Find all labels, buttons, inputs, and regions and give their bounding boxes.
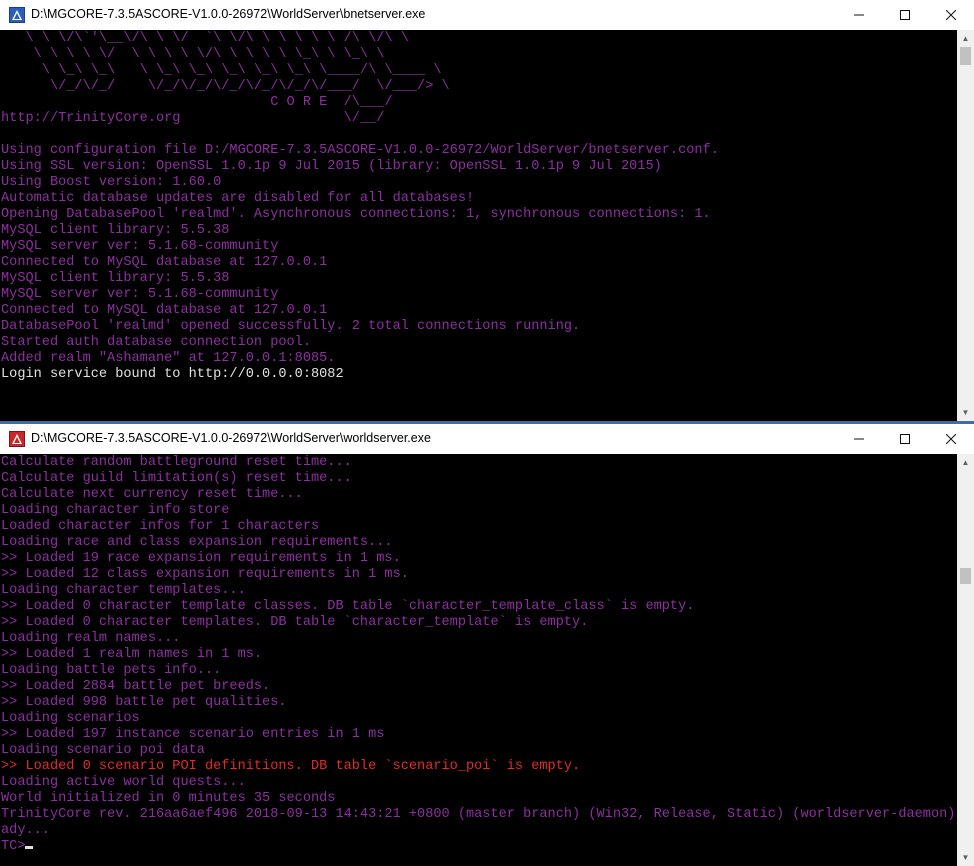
minimize-icon xyxy=(854,14,864,16)
console-line: Automatic database updates are disabled … xyxy=(1,191,475,206)
maximize-button[interactable] xyxy=(882,424,928,454)
console-line: Loading character templates... xyxy=(1,583,246,598)
bnetserver-titlebar[interactable]: D:\MGCORE-7.3.5ASCORE-V1.0.0-26972\World… xyxy=(0,0,974,31)
console-line: >> Loaded 12 class expansion requirement… xyxy=(1,567,409,582)
console-line: >> Loaded 197 instance scenario entries … xyxy=(1,727,385,742)
window-title: D:\MGCORE-7.3.5ASCORE-V1.0.0-26972\World… xyxy=(31,7,426,21)
console-line: MySQL server ver: 5.1.68-community xyxy=(1,239,279,254)
console-line: >> Loaded 998 battle pet qualities. xyxy=(1,695,287,710)
scrollbar-thumb[interactable] xyxy=(960,568,971,584)
minimize-button[interactable] xyxy=(836,0,882,30)
maximize-icon xyxy=(900,10,910,20)
worldserver-console-output[interactable]: Calculate random battleground reset time… xyxy=(0,454,957,866)
console-line: \ \_\ \_\ \ \_\ \_\ \_\ \_\ \_\ \____/\ … xyxy=(1,63,442,78)
console-line: \ \ \ \ \/ \ \ \ \ \/\ \ \ \ \ \_\ \ \_\… xyxy=(1,47,385,62)
console-line: >> Loaded 0 character templates. DB tabl… xyxy=(1,615,589,630)
console-line: >> Loaded 2884 battle pet breeds. xyxy=(1,679,271,694)
console-line: Connected to MySQL database at 127.0.0.1 xyxy=(1,303,328,318)
console-line: MySQL client library: 5.5.38 xyxy=(1,271,230,286)
console-line: C O R E /\___/ xyxy=(1,95,393,110)
minimize-button[interactable] xyxy=(836,424,882,454)
console-line: Loading realm names... xyxy=(1,631,181,646)
scroll-up-arrow-icon[interactable]: ▲ xyxy=(957,30,974,47)
console-line: Loading battle pets info... xyxy=(1,663,222,678)
console-line: Calculate next currency reset time... xyxy=(1,487,303,502)
console-line: >> Loaded 1 realm names in 1 ms. xyxy=(1,647,263,662)
console-line: \ \ \/\`'\__\/\ \ \/ `\ \/\ \ \ \ \ \ /\… xyxy=(1,31,409,46)
bnetserver-window: D:\MGCORE-7.3.5ASCORE-V1.0.0-26972\World… xyxy=(0,0,974,421)
console-line: >> Loaded 19 race expansion requirements… xyxy=(1,551,401,566)
console-line: Added realm "Ashamane" at 127.0.0.1:8085… xyxy=(1,351,336,366)
console-line: ady... xyxy=(1,823,50,838)
scroll-down-arrow-icon[interactable]: ▼ xyxy=(957,849,974,866)
console-line: Using SSL version: OpenSSL 1.0.1p 9 Jul … xyxy=(1,159,662,174)
console-line: DatabasePool 'realmd' opened successfull… xyxy=(1,319,581,334)
console-line: Calculate random battleground reset time… xyxy=(1,455,352,470)
console-line: Calculate guild limitation(s) reset time… xyxy=(1,471,352,486)
console-line: Loaded character infos for 1 characters xyxy=(1,519,320,534)
console-line: Loading active world quests... xyxy=(1,775,246,790)
scroll-up-arrow-icon[interactable]: ▲ xyxy=(957,454,974,471)
bnetserver-console-output[interactable]: \ \ \/\`'\__\/\ \ \/ `\ \/\ \ \ \ \ \ /\… xyxy=(0,30,957,421)
prompt-label: TC> xyxy=(1,839,26,854)
window-title: D:\MGCORE-7.3.5ASCORE-V1.0.0-26972\World… xyxy=(31,431,431,445)
scroll-down-arrow-icon[interactable]: ▼ xyxy=(957,404,974,421)
command-prompt[interactable]: TC> xyxy=(1,839,957,855)
console-line: >> Loaded 0 character template classes. … xyxy=(1,599,695,614)
console-line: Loading character info store xyxy=(1,503,230,518)
console-app-icon xyxy=(9,431,25,447)
console-line: Loading scenarios xyxy=(1,711,140,726)
console-line: Started auth database connection pool. xyxy=(1,335,311,350)
worldserver-scrollbar[interactable]: ▲ ▼ xyxy=(957,454,974,866)
console-line: \/_/\/_/ \/_/\/_/\/_/\/_/\/_/\/___/ \/__… xyxy=(1,79,450,94)
console-line: Login service bound to http://0.0.0.0:80… xyxy=(1,367,344,382)
bnetserver-scrollbar[interactable]: ▲ ▼ xyxy=(957,30,974,421)
console-line: http://TrinityCore.org \/__/ xyxy=(1,111,385,126)
console-line: Connected to MySQL database at 127.0.0.1 xyxy=(1,255,328,270)
worldserver-window: D:\MGCORE-7.3.5ASCORE-V1.0.0-26972\World… xyxy=(0,424,974,866)
close-icon xyxy=(946,434,956,444)
maximize-icon xyxy=(900,434,910,444)
console-line: Loading scenario poi data xyxy=(1,743,205,758)
console-line: Using Boost version: 1.60.0 xyxy=(1,175,222,190)
maximize-button[interactable] xyxy=(882,0,928,30)
text-cursor xyxy=(25,846,34,849)
close-button[interactable] xyxy=(928,0,974,30)
close-button[interactable] xyxy=(928,424,974,454)
worldserver-titlebar[interactable]: D:\MGCORE-7.3.5ASCORE-V1.0.0-26972\World… xyxy=(0,424,974,455)
minimize-icon xyxy=(854,438,864,440)
console-line: >> Loaded 0 scenario POI definitions. DB… xyxy=(1,759,581,774)
console-line: Opening DatabasePool 'realmd'. Asynchron… xyxy=(1,207,711,222)
console-line: Using configuration file D:/MGCORE-7.3.5… xyxy=(1,143,719,158)
console-line: Loading race and class expansion require… xyxy=(1,535,393,550)
console-line: TrinityCore rev. 216aa6aef496 2018-09-13… xyxy=(1,807,957,822)
console-line: MySQL server ver: 5.1.68-community xyxy=(1,287,279,302)
close-icon xyxy=(946,10,956,20)
console-line: World initialized in 0 minutes 35 second… xyxy=(1,791,336,806)
console-line: MySQL client library: 5.5.38 xyxy=(1,223,230,238)
scrollbar-thumb[interactable] xyxy=(960,47,971,65)
console-app-icon xyxy=(9,7,25,23)
